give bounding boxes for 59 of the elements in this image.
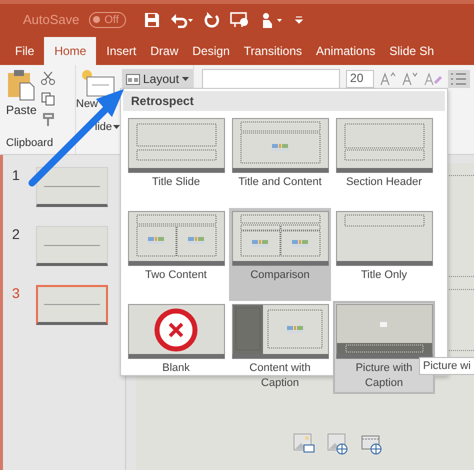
slide-thumbnail[interactable]	[36, 285, 108, 325]
tooltip: Picture wi	[419, 357, 474, 375]
picture-icon[interactable]	[293, 433, 315, 455]
ribbon-tab[interactable]: Home	[44, 37, 96, 65]
caret-icon	[182, 77, 190, 81]
layout-label: Content with Caption	[248, 361, 312, 391]
presenter-icon[interactable]	[230, 12, 250, 28]
clipboard-icon	[7, 69, 36, 101]
group-label: Clipboard	[6, 137, 54, 151]
new-slide-button[interactable]: New lide	[76, 69, 120, 134]
clear-formatting-icon[interactable]	[424, 72, 442, 86]
paste-button[interactable]: Paste	[6, 69, 37, 127]
layout-label: Section Header	[346, 175, 422, 190]
save-icon[interactable]	[144, 12, 160, 28]
bullets-icon[interactable]	[448, 70, 470, 88]
layout-option[interactable]: Section Header	[333, 115, 435, 208]
ribbon-tab[interactable]: File	[8, 44, 42, 65]
cut-icon[interactable]	[40, 71, 55, 85]
layout-option[interactable]: Title and Content	[229, 115, 331, 208]
font-size-field[interactable]: 20	[346, 70, 374, 88]
format-painter-icon[interactable]	[40, 113, 55, 127]
undo-icon[interactable]	[170, 12, 194, 28]
slide-number: 3	[12, 285, 21, 301]
slide-thumbnail[interactable]	[36, 226, 108, 266]
layout-option[interactable]: Comparison	[229, 208, 331, 301]
font-name-field[interactable]	[202, 69, 340, 89]
new-slide-icon	[81, 69, 115, 97]
slide-thumbnail[interactable]	[36, 167, 108, 207]
layout-label: Comparison	[250, 268, 310, 283]
ribbon-tab[interactable]: Design	[185, 44, 237, 65]
layout-label: Blank	[162, 361, 190, 376]
ribbon-tab[interactable]: Animations	[309, 44, 382, 65]
layout-option[interactable]: Blank	[125, 301, 227, 394]
grow-font-icon[interactable]	[380, 72, 396, 86]
caret-icon	[113, 125, 120, 129]
ribbon-tab[interactable]: Transitions	[236, 44, 309, 65]
autosave-label: AutoSave	[23, 12, 80, 27]
layout-button[interactable]: Layout	[122, 69, 194, 89]
layout-label: Two Content	[145, 268, 207, 283]
ribbon-tab[interactable]: Draw	[143, 44, 186, 65]
layout-label: Title and Content	[238, 175, 322, 190]
ribbon-tab[interactable]: Slide Sh	[382, 44, 442, 65]
ribbon-tab[interactable]: Insert	[99, 44, 144, 65]
layout-label: Title Only	[360, 268, 408, 283]
slide-number: 1	[12, 167, 21, 183]
layout-option[interactable]: Two Content	[125, 208, 227, 301]
copy-icon[interactable]	[40, 92, 55, 106]
layout-option[interactable]: Title Only	[333, 208, 435, 301]
video-icon[interactable]	[361, 433, 383, 455]
menu-header: Retrospect	[123, 91, 445, 111]
shrink-font-icon[interactable]	[402, 72, 418, 86]
slide-number: 2	[12, 226, 21, 242]
redo-icon[interactable]	[204, 12, 220, 28]
layout-icon	[126, 74, 140, 84]
online-picture-icon[interactable]	[327, 433, 349, 455]
layout-label: Title Slide	[152, 175, 200, 190]
layout-label: Picture with Caption	[354, 361, 414, 391]
layout-option[interactable]: Title Slide	[125, 115, 227, 208]
layout-option[interactable]: Content with Caption	[229, 301, 331, 394]
